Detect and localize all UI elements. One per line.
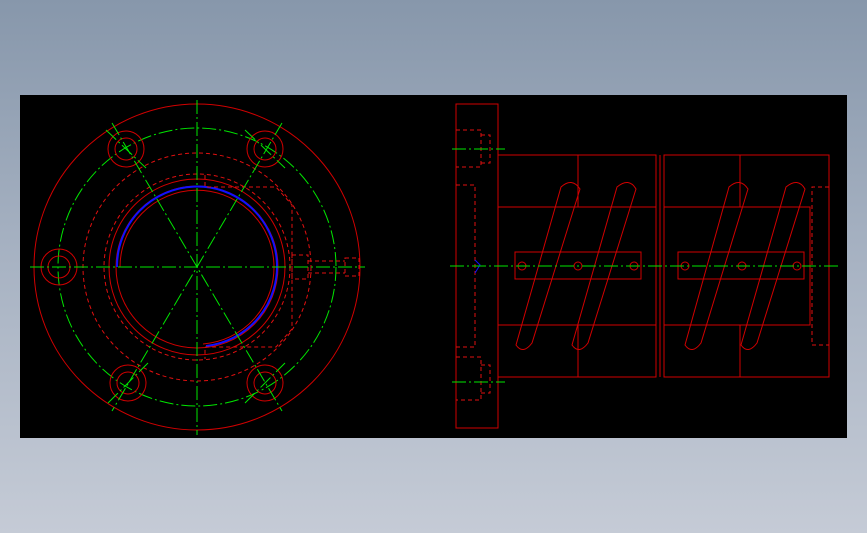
cad-drawing [30,100,840,435]
hidden-bolt-hole-bottom [456,356,482,401]
front-view [30,100,365,435]
bolt-centerline-tl [105,129,147,169]
bolt-centerline-tr [244,129,286,169]
cad-drawing-canvas [20,95,847,438]
side-view [450,103,840,429]
bolt-centerline-br [244,362,286,404]
bolt-centerline-bl [107,362,149,404]
